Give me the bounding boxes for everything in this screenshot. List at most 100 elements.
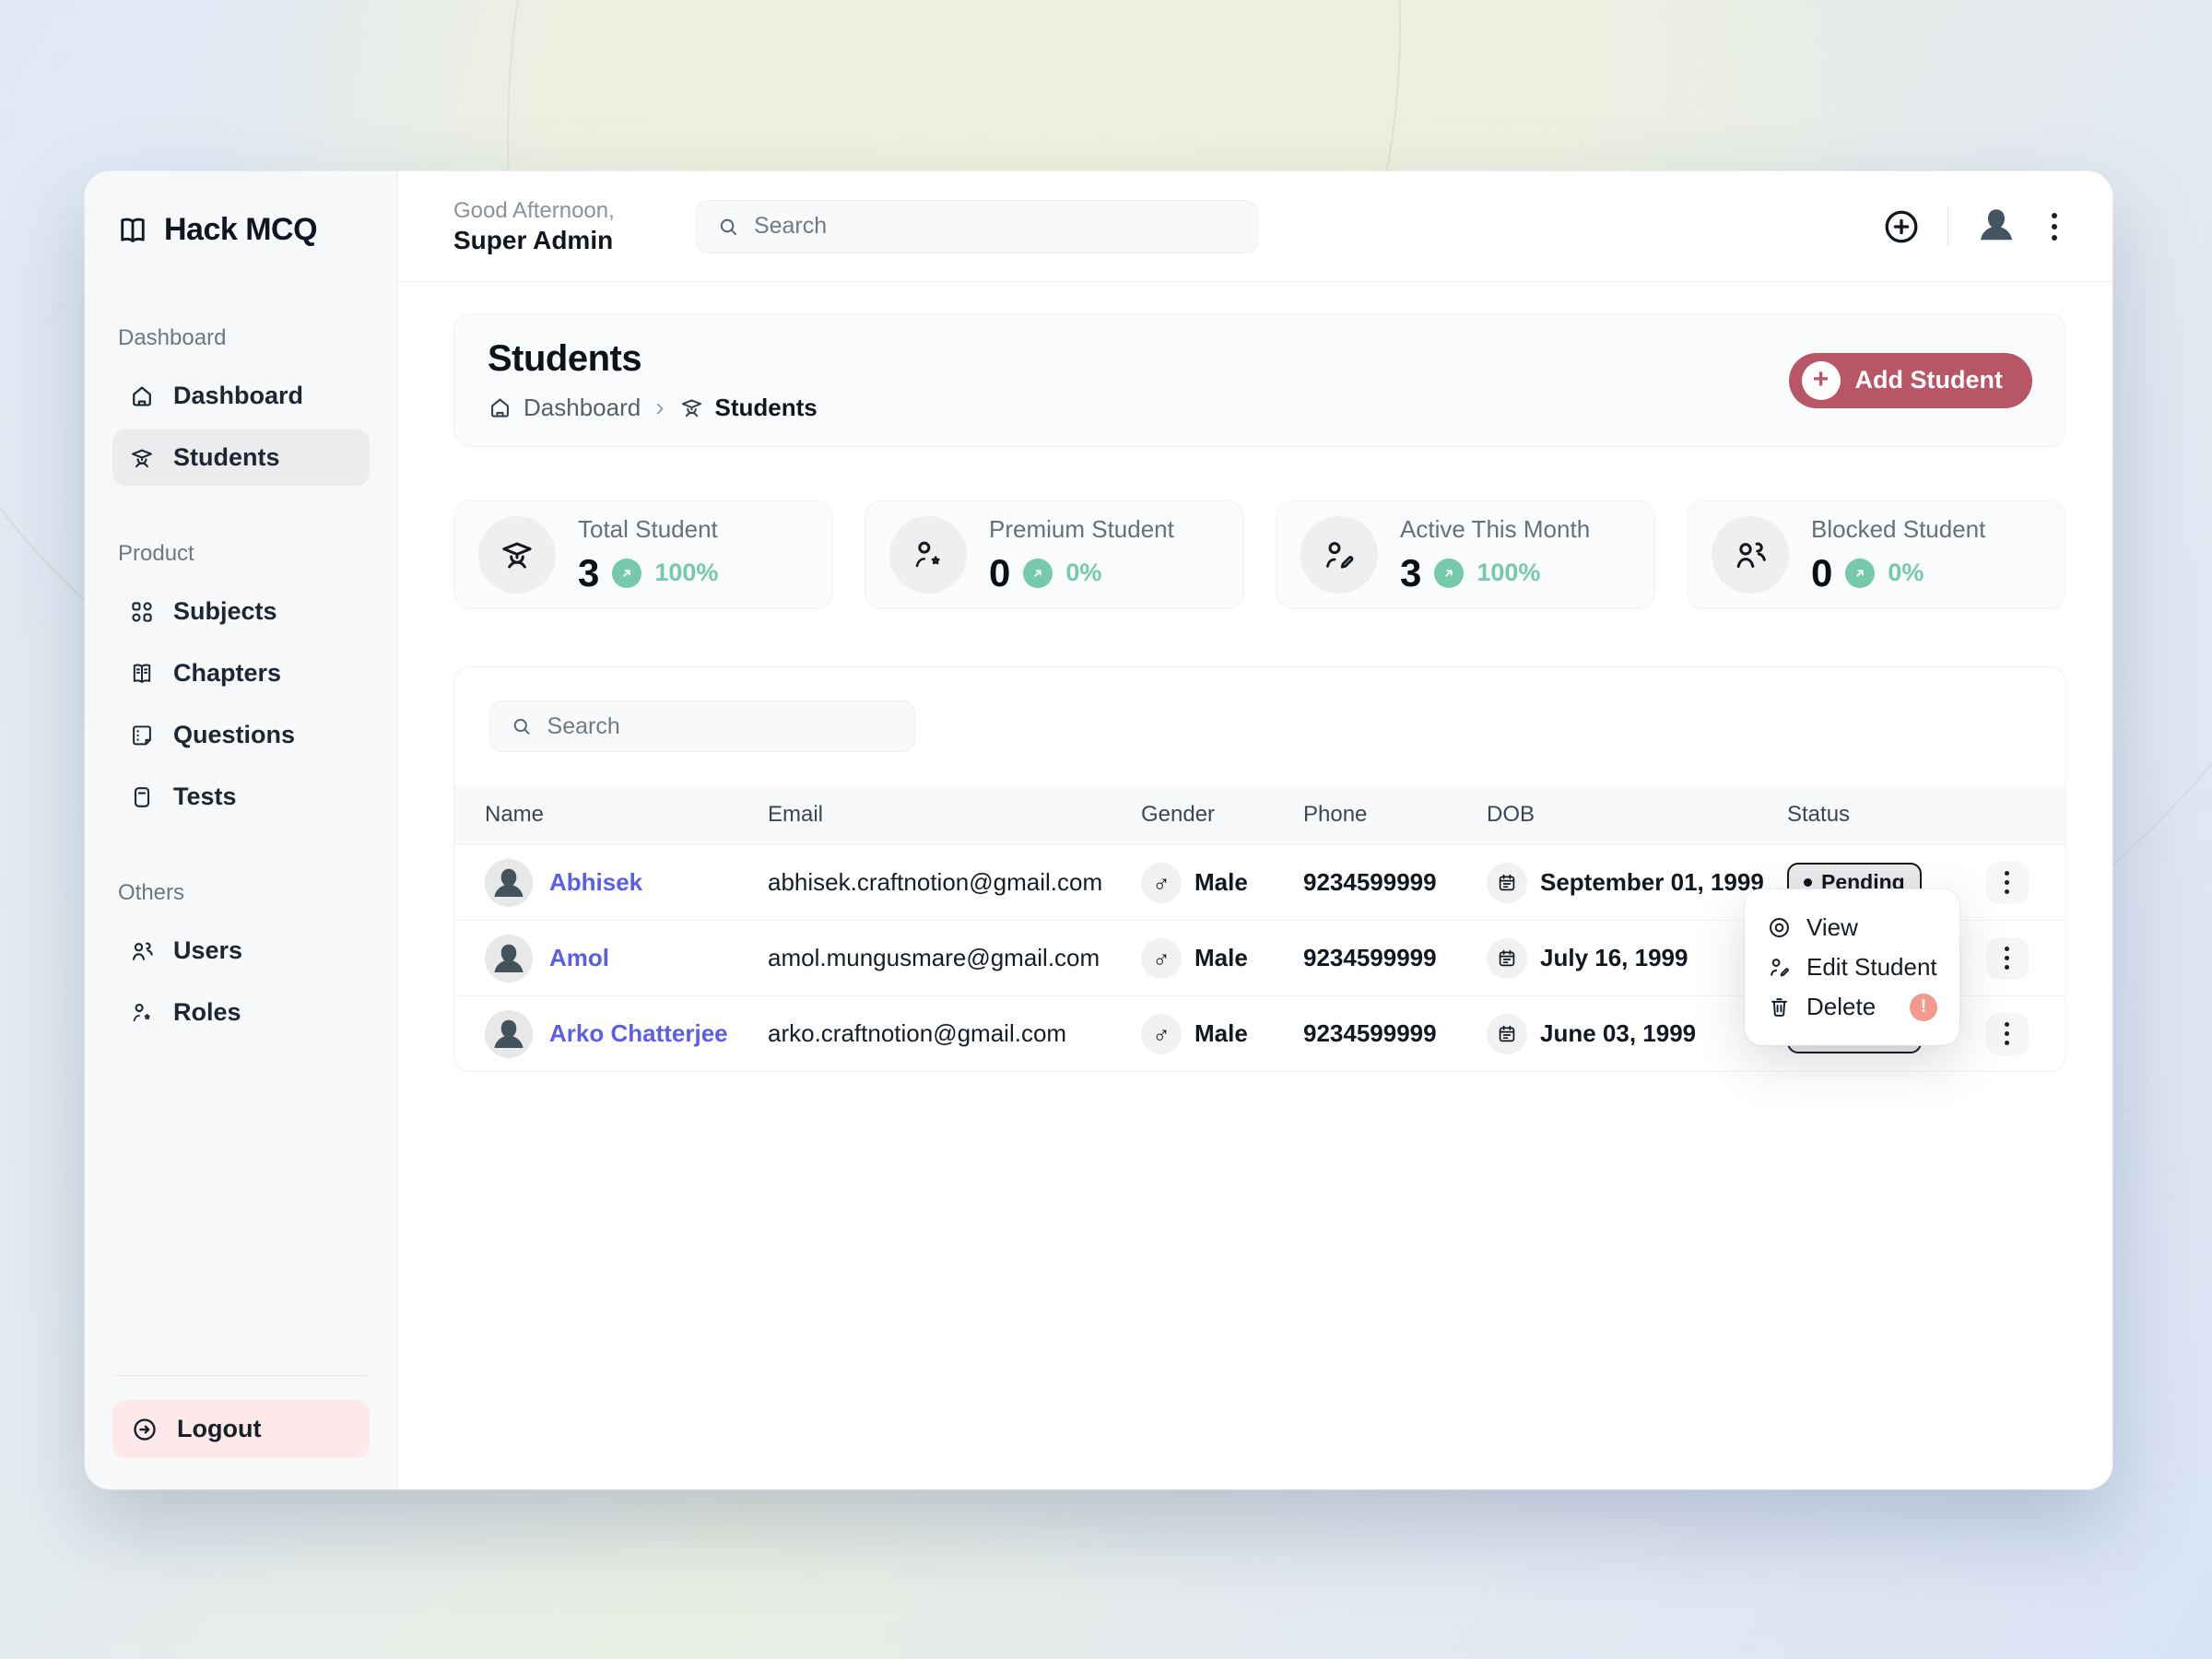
edit-person-icon (1767, 955, 1792, 980)
test-icon (129, 784, 155, 810)
topbar-menu-button[interactable] (2044, 206, 2065, 248)
book-logo-icon (116, 214, 149, 247)
stat-label: Active This Month (1400, 515, 1590, 544)
sidebar-section-others: Others (118, 880, 370, 906)
add-quick-button[interactable] (1881, 206, 1922, 247)
plus-circle-icon (1881, 206, 1922, 247)
role-icon (129, 1000, 155, 1026)
sidebar-section-dashboard: Dashboard (118, 325, 370, 351)
table-search-input[interactable] (547, 713, 894, 740)
stat-label: Total Student (578, 515, 718, 544)
app-window: Hack MCQ Dashboard Dashboard Students Pr… (85, 171, 2112, 1489)
student-email: amol.mungusmare@gmail.com (768, 944, 1141, 972)
avatar-icon (488, 1014, 529, 1058)
search-icon (717, 215, 739, 239)
sidebar-item-tests[interactable]: Tests (112, 769, 370, 825)
page-header-left: Students Dashboard › Students (488, 338, 818, 422)
stat-label: Premium Student (989, 515, 1174, 544)
stat-value: 3 (578, 551, 599, 595)
breadcrumb-dashboard[interactable]: Dashboard (524, 394, 641, 422)
greeting-text: Good Afternoon, (453, 198, 615, 224)
add-student-button[interactable]: + Add Student (1789, 353, 2032, 408)
column-header-phone: Phone (1303, 802, 1487, 828)
stat-delta: 100% (654, 559, 718, 587)
student-avatar (485, 1010, 533, 1058)
chevron-right-icon: › (655, 393, 664, 422)
sidebar-item-questions[interactable]: Questions (112, 707, 370, 763)
sidebar-section-product: Product (118, 541, 370, 567)
graduate-icon (478, 516, 556, 594)
sidebar-item-roles[interactable]: Roles (112, 984, 370, 1041)
person-star-icon (889, 516, 967, 594)
view-icon (1767, 915, 1792, 940)
menu-item-edit-student[interactable]: Edit Student (1765, 947, 1939, 987)
student-email: arko.craftnotion@gmail.com (768, 1019, 1141, 1048)
avatar-icon (1974, 205, 2018, 249)
row-actions-button[interactable] (1986, 862, 2029, 904)
graduate-icon (129, 445, 155, 471)
table-toolbar (454, 667, 2065, 785)
person-x-icon (1712, 516, 1789, 594)
student-name-link[interactable]: Abhisek (549, 868, 642, 897)
avatar-icon (488, 938, 529, 982)
sidebar-item-users[interactable]: Users (112, 923, 370, 979)
student-email: abhisek.craftnotion@gmail.com (768, 868, 1141, 897)
trend-up-icon (1845, 559, 1875, 588)
greeting-block: Good Afternoon, Super Admin (453, 198, 615, 255)
logout-label: Logout (177, 1415, 261, 1443)
stat-card-blocked-student: Blocked Student 0 0% (1687, 500, 2066, 609)
row-actions-button[interactable] (1986, 937, 2029, 980)
main-area: Good Afternoon, Super Admin (398, 171, 2112, 1489)
sidebar-item-label: Dashboard (173, 382, 303, 410)
topbar-divider (1947, 206, 1948, 248)
student-avatar (485, 859, 533, 907)
global-search (696, 200, 1258, 253)
plus-icon: + (1802, 361, 1841, 400)
table-header: Name Email Gender Phone DOB Status (454, 785, 2065, 844)
trend-up-icon (1023, 559, 1053, 588)
page-header-card: Students Dashboard › Students + Add Stud… (453, 313, 2066, 447)
student-gender: Male (1194, 944, 1248, 972)
graduate-icon (679, 395, 704, 420)
male-icon: ♂ (1141, 863, 1182, 903)
stat-value: 0 (989, 551, 1010, 595)
student-dob: July 16, 1999 (1540, 944, 1688, 972)
student-gender: Male (1194, 1019, 1248, 1048)
row-context-menu: View Edit Student Delete ! (1745, 889, 1959, 1045)
logout-button[interactable]: Logout (112, 1400, 370, 1458)
sidebar-item-label: Users (173, 936, 242, 965)
male-icon: ♂ (1141, 1014, 1182, 1054)
user-avatar[interactable] (1974, 205, 2018, 249)
breadcrumb-current: Students (715, 394, 818, 422)
user-name: Super Admin (453, 226, 615, 255)
grid-icon (129, 599, 155, 625)
global-search-input[interactable] (754, 213, 1237, 240)
sidebar-item-students[interactable]: Students (112, 429, 370, 486)
trash-icon (1767, 994, 1792, 1019)
column-header-email: Email (768, 802, 1141, 828)
stat-value: 0 (1811, 551, 1832, 595)
menu-item-delete[interactable]: Delete ! (1765, 987, 1939, 1027)
sidebar-item-subjects[interactable]: Subjects (112, 583, 370, 640)
sidebar-item-label: Chapters (173, 659, 281, 688)
student-dob: September 01, 1999 (1540, 868, 1764, 897)
sidebar-item-label: Roles (173, 998, 241, 1027)
avatar-icon (488, 863, 529, 907)
person-check-icon (1300, 516, 1378, 594)
student-name-link[interactable]: Arko Chatterjee (549, 1019, 728, 1048)
menu-item-view[interactable]: View (1765, 908, 1939, 947)
topbar: Good Afternoon, Super Admin (398, 171, 2112, 282)
student-phone: 9234599999 (1303, 1019, 1487, 1048)
student-avatar (485, 935, 533, 982)
column-header-status: Status (1787, 802, 1979, 828)
sidebar-item-chapters[interactable]: Chapters (112, 645, 370, 701)
question-doc-icon (129, 723, 155, 748)
sidebar-item-dashboard[interactable]: Dashboard (112, 368, 370, 424)
breadcrumb: Dashboard › Students (488, 393, 818, 422)
sidebar-item-label: Tests (173, 782, 237, 811)
row-actions-button[interactable] (1986, 1013, 2029, 1055)
student-name-link[interactable]: Amol (549, 944, 609, 972)
page-title: Students (488, 338, 818, 380)
sidebar-divider (114, 1375, 368, 1376)
app-name: Hack MCQ (164, 212, 317, 248)
